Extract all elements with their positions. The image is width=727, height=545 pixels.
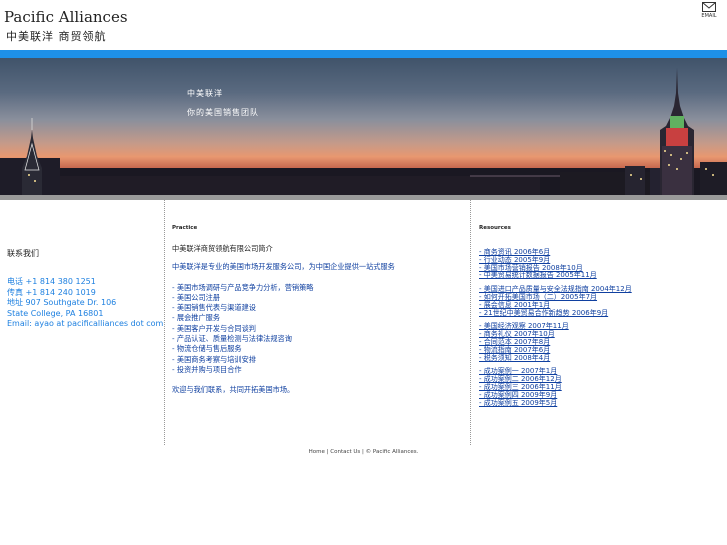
email-link[interactable]: EMAIL bbox=[701, 2, 717, 19]
resource-group: - 商务资讯 2006年6月 - 行业动态 2005年9月 - 美国市场营销报告… bbox=[479, 248, 719, 280]
contact-section: 联系我们 电话 +1 814 380 1251 传真 +1 814 240 10… bbox=[7, 249, 163, 329]
banner-slogan-secondary: 你的美国销售团队 bbox=[187, 108, 259, 117]
site-footer: Home | Contact Us | © Pacific Alliances. bbox=[0, 449, 727, 455]
accent-bar bbox=[0, 50, 727, 58]
resource-link[interactable]: - 21世纪中美贸易合作新趋势 2006年9月 bbox=[479, 309, 719, 318]
skyline-image bbox=[0, 68, 727, 195]
skyline-banner: 中美联洋 你的美国销售团队 bbox=[0, 58, 727, 195]
resource-group: - 成功案例一 2007年1月 - 成功案例二 2006年12月 - 成功案例三… bbox=[479, 368, 719, 407]
practice-title: 中美联洋商贸领航有限公司简介 bbox=[172, 244, 273, 253]
resource-group: - 美国经济观察 2007年11月 - 商务礼仪 2007年10月 - 合同范本… bbox=[479, 323, 719, 362]
banner-slogan-primary: 中美联洋 bbox=[187, 89, 223, 98]
practice-intro: 中美联洋是专业的美国市场开发服务公司，为中国企业提供一站式服务 bbox=[172, 262, 395, 272]
footer-separator: | bbox=[326, 449, 329, 455]
contact-address: 地址 907 Southgate Dr. 106 bbox=[7, 298, 117, 308]
practice-item: - 美国市场调研与产品竞争力分析，营销策略 bbox=[172, 282, 314, 292]
practice-item: - 美国商务考察与培训安排 bbox=[172, 354, 256, 364]
practice-section: 中美联洋商贸领航有限公司简介 中美联洋是专业的美国市场开发服务公司，为中国企业提… bbox=[172, 244, 462, 396]
contact-city: State College, PA 16801 bbox=[7, 308, 104, 318]
column-divider-left bbox=[164, 200, 165, 445]
contact-phone: 电话 +1 814 380 1251 bbox=[7, 277, 96, 287]
divider-bar bbox=[0, 195, 727, 200]
practice-item: - 展会推广服务 bbox=[172, 313, 221, 323]
footer-home-link[interactable]: Home bbox=[309, 449, 325, 455]
practice-item: - 物流仓储与售后服务 bbox=[172, 344, 242, 354]
resource-group: - 美国进口产品质量与安全法规指南 2004年12月 - 如何开拓美国市场（二）… bbox=[479, 285, 719, 318]
resources-label: Resources bbox=[479, 225, 511, 231]
practice-item: - 投资并购与项目合作 bbox=[172, 364, 242, 374]
resource-link[interactable]: - 税务须知 2008年4月 bbox=[479, 354, 719, 363]
footer-contact-link[interactable]: Contact Us bbox=[330, 449, 360, 455]
logo-title[interactable]: Pacific Alliances bbox=[4, 8, 128, 26]
logo-subtitle: 中美联洋 商贸领航 bbox=[6, 30, 107, 43]
column-divider-right bbox=[470, 200, 471, 445]
contact-fax: 传真 +1 814 240 1019 bbox=[7, 287, 96, 297]
footer-copyright: © Pacific Alliances. bbox=[365, 449, 419, 455]
practice-item: - 美国销售代表与渠道建设 bbox=[172, 303, 256, 313]
envelope-icon bbox=[702, 2, 716, 12]
contact-heading: 联系我们 bbox=[7, 249, 39, 258]
site-header: Pacific Alliances 中美联洋 商贸领航 EMAIL bbox=[0, 0, 727, 50]
practice-item: - 产品认证、质量检测与法律法规咨询 bbox=[172, 334, 292, 344]
resource-link[interactable]: - 中美贸易统计数据报告 2005年11月 bbox=[479, 272, 719, 280]
practice-item: - 美国公司注册 bbox=[172, 292, 221, 302]
email-label: EMAIL bbox=[701, 13, 717, 19]
practice-item: - 美国客户开发与合同谈判 bbox=[172, 323, 256, 333]
practice-label: Practice bbox=[172, 225, 198, 231]
resources-section: - 商务资讯 2006年6月 - 行业动态 2005年9月 - 美国市场营销报告… bbox=[479, 248, 719, 413]
footer-separator: | bbox=[362, 449, 364, 455]
resource-link[interactable]: - 成功案例五 2009年5月 bbox=[479, 399, 719, 408]
contact-email: Email: ayao at pacificalliances dot com bbox=[7, 319, 164, 329]
practice-closing: 欢迎与我们联系，共同开拓美国市场。 bbox=[172, 385, 295, 395]
